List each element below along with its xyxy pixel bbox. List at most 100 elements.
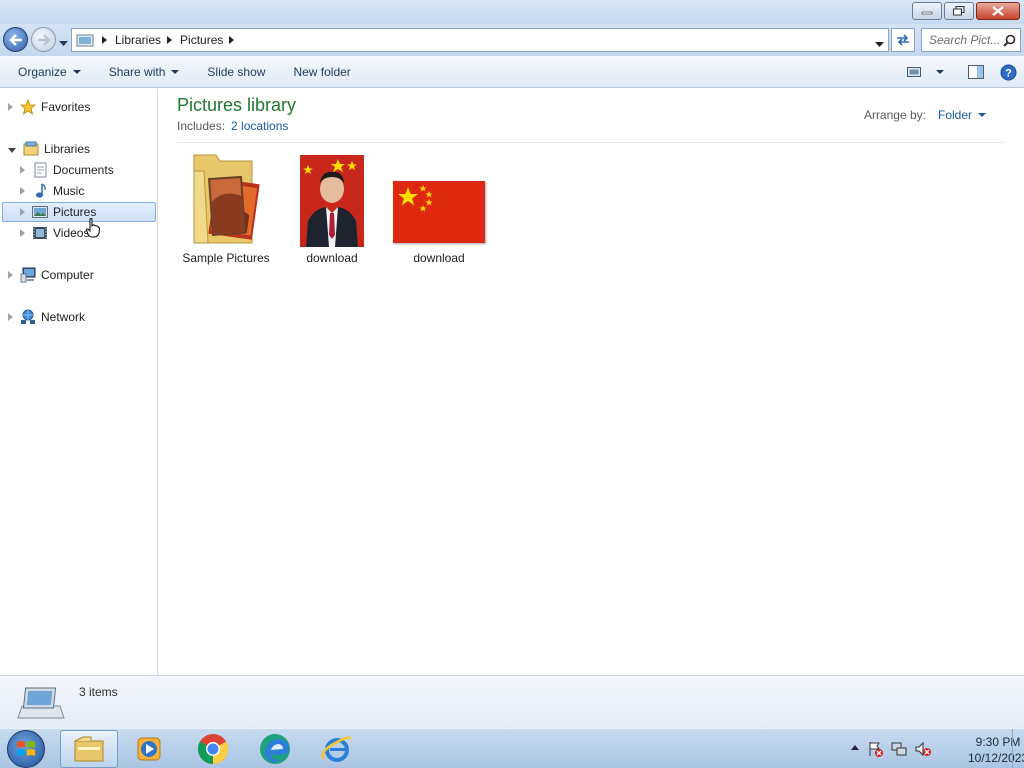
help-icon: ? xyxy=(1000,64,1016,80)
volume-muted-icon[interactable] xyxy=(915,741,931,757)
chevron-down-icon xyxy=(59,41,68,46)
taskbar-media-player[interactable] xyxy=(120,730,178,768)
star-icon xyxy=(20,99,36,115)
chevron-down-icon xyxy=(72,69,81,74)
arrange-by-dropdown[interactable]: Folder xyxy=(938,108,986,122)
library-includes: Includes: 2 locations xyxy=(177,119,288,133)
new-folder-label: New folder xyxy=(293,64,351,79)
command-bar: Organize Share with Slide show New folde… xyxy=(0,56,1024,88)
network-status-icon[interactable] xyxy=(891,741,907,757)
action-center-icon[interactable] xyxy=(867,741,883,757)
file-name: Sample Pictures xyxy=(182,251,270,265)
chevron-down-icon xyxy=(171,69,180,74)
share-with-button[interactable]: Share with xyxy=(99,60,190,84)
organize-button[interactable]: Organize xyxy=(8,60,91,84)
chrome-icon xyxy=(197,734,229,764)
new-folder-button[interactable]: New folder xyxy=(283,60,360,84)
library-title: Pictures library xyxy=(177,95,297,115)
expand-icon[interactable] xyxy=(20,166,25,174)
show-desktop-button[interactable] xyxy=(1012,729,1024,768)
nav-label: Computer xyxy=(41,268,94,282)
locations-link[interactable]: 2 locations xyxy=(231,119,288,133)
media-player-icon xyxy=(137,737,161,761)
close-button[interactable] xyxy=(976,2,1020,20)
minimize-button[interactable] xyxy=(912,2,942,20)
taskbar-edge[interactable] xyxy=(246,730,304,768)
portrait-thumbnail xyxy=(300,151,364,247)
details-pane: 3 items xyxy=(0,675,1024,728)
change-view-button[interactable] xyxy=(898,60,930,84)
expand-icon[interactable] xyxy=(20,187,25,195)
nav-label: Libraries xyxy=(44,142,91,156)
nav-item-libraries[interactable]: Libraries xyxy=(8,139,90,159)
file-item-download-flag[interactable]: download xyxy=(389,151,489,265)
expand-icon[interactable] xyxy=(8,103,13,111)
svg-text:?: ? xyxy=(1005,67,1012,79)
breadcrumb-separator[interactable] xyxy=(229,36,235,44)
more-views-dropdown[interactable] xyxy=(930,60,950,84)
refresh-button[interactable] xyxy=(891,28,915,52)
restore-icon xyxy=(953,6,965,16)
address-row: Libraries Pictures xyxy=(0,24,1024,56)
navigation-pane: Favorites Libraries Documents Music Pict… xyxy=(0,89,158,675)
nav-label: Favorites xyxy=(41,100,91,114)
nav-item-favorites[interactable]: Favorites xyxy=(8,97,90,117)
nav-item-documents[interactable]: Documents xyxy=(20,160,114,180)
file-item-sample-pictures[interactable]: Sample Pictures xyxy=(179,151,273,265)
includes-label: Includes: xyxy=(177,119,226,133)
item-count: 3 items xyxy=(79,685,118,699)
videos-icon xyxy=(32,225,48,241)
back-button[interactable] xyxy=(3,27,28,52)
expand-icon[interactable] xyxy=(20,229,25,237)
start-button[interactable] xyxy=(7,730,45,768)
edge-icon xyxy=(260,734,290,764)
breadcrumb-libraries[interactable]: Libraries xyxy=(115,33,173,47)
nav-label: Network xyxy=(41,310,86,324)
expand-icon[interactable] xyxy=(8,271,13,279)
network-icon xyxy=(20,309,36,325)
file-explorer-icon xyxy=(74,736,104,762)
organize-label: Organize xyxy=(18,64,67,79)
folder-icon xyxy=(190,151,262,247)
nav-item-network[interactable]: Network xyxy=(8,307,85,327)
forward-button[interactable] xyxy=(31,27,56,52)
address-history-dropdown[interactable] xyxy=(875,37,884,51)
search-input[interactable] xyxy=(929,33,1001,47)
help-button[interactable]: ? xyxy=(992,60,1024,84)
breadcrumb-separator[interactable] xyxy=(167,36,173,44)
expand-icon[interactable] xyxy=(8,313,13,321)
chevron-down-icon xyxy=(875,42,884,47)
restore-button[interactable] xyxy=(944,2,974,20)
nav-label: Pictures xyxy=(53,205,97,219)
back-arrow-icon xyxy=(8,33,22,46)
taskbar-explorer[interactable] xyxy=(60,730,118,768)
collapse-icon[interactable] xyxy=(8,147,16,153)
recent-pages-dropdown[interactable] xyxy=(59,36,68,50)
hand-cursor-icon xyxy=(86,218,100,238)
slide-show-label: Slide show xyxy=(207,64,266,79)
slide-show-button[interactable]: Slide show xyxy=(197,60,275,84)
preview-pane-icon xyxy=(968,65,984,79)
breadcrumb-label: Libraries xyxy=(115,33,162,47)
file-item-download-portrait[interactable]: download xyxy=(289,151,375,265)
taskbar-internet-explorer[interactable] xyxy=(308,730,366,768)
breadcrumb-pictures[interactable]: Pictures xyxy=(180,33,235,47)
nav-item-pictures[interactable]: Pictures xyxy=(2,202,156,222)
divider xyxy=(177,142,1005,143)
documents-icon xyxy=(32,162,48,178)
nav-item-music[interactable]: Music xyxy=(20,181,84,201)
nav-item-computer[interactable]: Computer xyxy=(8,265,94,285)
show-hidden-icons-button[interactable] xyxy=(851,745,859,750)
computer-icon xyxy=(20,267,36,283)
search-icon[interactable] xyxy=(1003,34,1016,47)
taskbar-chrome[interactable] xyxy=(184,730,242,768)
search-box[interactable] xyxy=(921,28,1021,52)
system-tray: 9:30 PM 10/12/2023 xyxy=(824,729,1024,768)
libraries-icon xyxy=(23,141,39,157)
address-bar[interactable]: Libraries Pictures xyxy=(71,28,889,52)
breadcrumb-separator xyxy=(102,36,107,44)
nav-item-videos[interactable]: Videos xyxy=(20,223,89,243)
preview-pane-button[interactable] xyxy=(960,60,992,84)
expand-icon[interactable] xyxy=(20,208,25,216)
chevron-down-icon xyxy=(978,113,986,117)
